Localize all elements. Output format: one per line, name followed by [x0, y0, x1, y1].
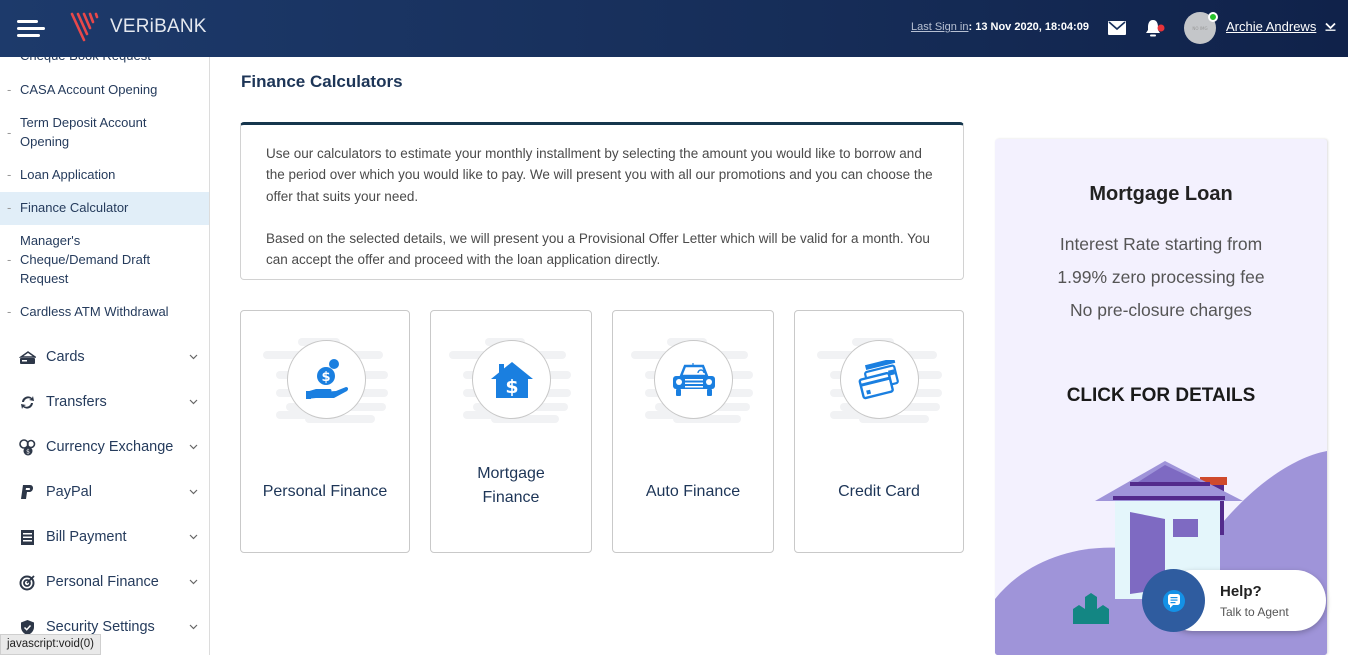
promo-cta[interactable]: CLICK FOR DETAILS — [995, 385, 1327, 407]
logo[interactable]: VERiBANK — [70, 12, 207, 42]
hamburger-line — [17, 34, 40, 37]
dash-bullet: - — [7, 82, 12, 97]
promo-title: Mortgage Loan — [1089, 183, 1233, 205]
sidebar: Cheque Book Request - CASA Account Openi… — [0, 57, 210, 655]
sidebar-item-transfers[interactable]: Transfers — [0, 382, 209, 422]
brand-name: VERiBANK — [110, 16, 207, 37]
chevron-down-icon — [189, 534, 198, 540]
chevron-down-icon[interactable] — [1325, 22, 1336, 31]
sidebar-item-label: Finance Calculator — [20, 200, 129, 215]
transfer-icon — [21, 395, 34, 409]
sidebar-item-label: PayPal — [46, 484, 92, 500]
calculator-card-personal-finance[interactable]: $ Personal Finance — [240, 310, 410, 553]
online-status-dot — [1208, 12, 1218, 22]
icon-circle — [654, 340, 733, 419]
sidebar-item-label: Cardless ATM Withdrawal — [20, 304, 169, 319]
page-title: Finance Calculators — [241, 72, 403, 91]
sidebar-item-cardless-atm[interactable]: - Cardless ATM Withdrawal — [0, 302, 209, 323]
sidebar-item-paypal[interactable]: PayPal — [0, 472, 209, 512]
sidebar-item-label: Transfers — [46, 394, 107, 410]
sidebar-item-cards[interactable]: Cards — [0, 337, 209, 377]
sidebar-item-personal-finance[interactable]: Personal Finance — [0, 562, 209, 602]
svg-text:$: $ — [505, 376, 518, 398]
chevron-down-icon — [189, 399, 198, 405]
sidebar-item-label: Personal Finance — [46, 574, 159, 590]
calculator-card-credit-card[interactable]: Credit Card — [794, 310, 964, 553]
chevron-down-icon — [189, 624, 198, 630]
sidebar-item-label: Cards — [46, 349, 85, 365]
sidebar-item-label: Bill Payment — [46, 529, 127, 545]
sidebar-item-term-deposit[interactable]: - Term Deposit Account Opening — [0, 113, 209, 153]
veribank-logo-icon — [70, 12, 99, 42]
sidebar-item-label: Security Settings — [46, 619, 155, 635]
hamburger-line — [17, 20, 38, 23]
sidebar-item-casa-account-opening[interactable]: - CASA Account Opening — [0, 80, 209, 101]
paypal-icon — [21, 484, 33, 499]
icon-circle: $ — [287, 340, 366, 419]
dash-bullet: - — [7, 125, 12, 140]
target-icon — [19, 574, 35, 590]
credit-cards-icon — [858, 359, 899, 399]
sidebar-item-label: Term Deposit Account Opening — [20, 115, 147, 149]
sidebar-item-label: Currency Exchange — [46, 439, 174, 455]
currency-exchange-icon: $ — [19, 438, 36, 455]
house-dollar-icon: $ — [490, 361, 533, 398]
icon-circle — [840, 340, 919, 419]
help-chat-widget[interactable]: Help? Talk to Agent — [1142, 569, 1326, 632]
hamburger-line — [17, 27, 45, 30]
dash-bullet: - — [7, 200, 12, 215]
last-sign-in-value: : 13 Nov 2020, 18:04:09 — [968, 21, 1089, 33]
calculator-card-mortgage-finance[interactable]: $ Mortgage Finance — [430, 310, 592, 553]
sidebar-item-finance-calculator[interactable]: - Finance Calculator — [0, 192, 209, 225]
car-icon — [672, 362, 715, 396]
menu-toggle-button[interactable] — [17, 20, 45, 38]
card-label: Personal Finance — [262, 483, 388, 500]
dash-bullet: - — [7, 252, 12, 267]
card-label: Credit Card — [838, 483, 920, 500]
svg-text:$: $ — [26, 448, 30, 455]
mail-icon[interactable] — [1108, 21, 1126, 35]
last-sign-in-label[interactable]: Last Sign in — [911, 21, 968, 33]
browser-status-url: javascript:void(0) — [0, 634, 101, 655]
card-label: Mortgage Finance — [477, 465, 545, 506]
dash-bullet: - — [7, 304, 12, 319]
calculator-card-auto-finance[interactable]: Auto Finance — [612, 310, 774, 553]
sidebar-item-loan-application[interactable]: - Loan Application — [0, 165, 209, 186]
help-title: Help? — [1220, 583, 1262, 600]
sidebar-item-label: Loan Application — [20, 167, 116, 182]
card-label: Auto Finance — [645, 483, 741, 500]
chevron-down-icon — [189, 489, 198, 495]
top-bar: VERiBANK Last Sign in: 13 Nov 2020, 18:0… — [0, 0, 1348, 57]
bill-icon — [21, 529, 34, 545]
svg-text:$: $ — [321, 370, 330, 385]
bell-icon[interactable] — [1144, 18, 1166, 38]
avatar-placeholder-text: NO IMG — [1192, 25, 1208, 31]
intro-box: Use our calculators to estimate your mon… — [240, 122, 964, 280]
shield-icon — [21, 619, 34, 635]
chat-bubble-icon — [1162, 589, 1185, 612]
help-subtitle: Talk to Agent — [1220, 605, 1289, 619]
sidebar-item-managers-cheque[interactable]: - Manager's Cheque/Demand Draft Request — [0, 231, 209, 291]
sidebar-item-label: CASA Account Opening — [20, 82, 158, 97]
sidebar-item-cheque-book-request[interactable]: Cheque Book Request — [0, 57, 209, 68]
sidebar-item-label: Cheque Book Request — [20, 57, 200, 65]
sidebar-item-currency-exchange[interactable]: $ Currency Exchange — [0, 427, 209, 467]
icon-circle: $ — [472, 340, 551, 419]
last-sign-in: Last Sign in: 13 Nov 2020, 18:04:09 — [911, 21, 1089, 33]
user-name[interactable]: Archie Andrews — [1226, 19, 1316, 34]
notification-dot — [1157, 24, 1165, 32]
chevron-down-icon — [189, 579, 198, 585]
money-hand-icon: $ — [305, 358, 348, 399]
chevron-down-icon — [189, 444, 198, 450]
promo-description: Interest Rate starting from 1.99% zero p… — [1057, 234, 1265, 320]
intro-paragraph: Based on the selected details, we will p… — [266, 230, 930, 268]
chat-button[interactable] — [1142, 569, 1205, 632]
intro-paragraph: Use our calculators to estimate your mon… — [266, 146, 933, 204]
sidebar-item-label: Manager's Cheque/Demand Draft Request — [20, 233, 151, 286]
card-icon — [19, 350, 36, 364]
chevron-down-icon — [189, 354, 198, 360]
sidebar-item-bill-payment[interactable]: Bill Payment — [0, 517, 209, 557]
dash-bullet: - — [7, 167, 12, 182]
